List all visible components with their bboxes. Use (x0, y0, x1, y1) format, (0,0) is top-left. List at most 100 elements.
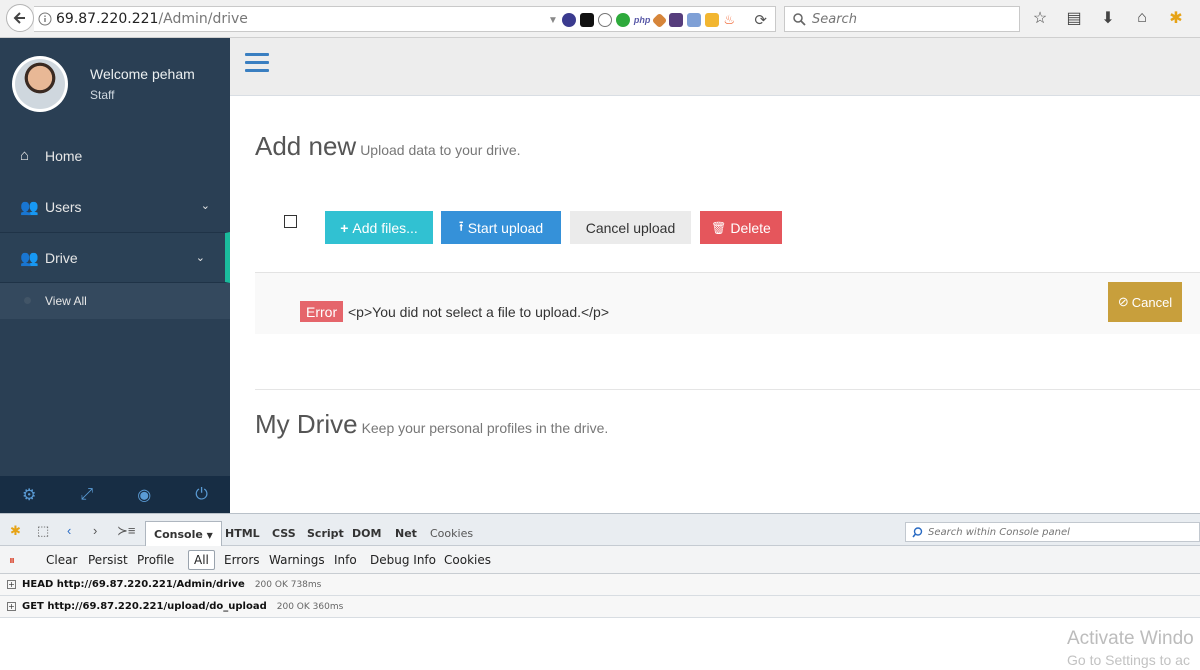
add-new-heading: Add new Upload data to your drive. (255, 131, 521, 161)
clear-button[interactable]: Clear (46, 553, 77, 567)
wappalyzer-icon[interactable] (687, 13, 702, 27)
row-cancel-button[interactable]: ⊘ Cancel (1108, 282, 1182, 322)
filter-errors-button[interactable]: Errors (224, 553, 260, 567)
welcome-text: Welcome peham (90, 66, 195, 82)
power-icon[interactable]: ⏻ (195, 486, 208, 504)
tab-net[interactable]: Net (395, 527, 417, 540)
command-line-icon[interactable]: ≻≡ (117, 523, 135, 539)
filter-debug-info-button[interactable]: Debug Info (370, 553, 436, 567)
error-message: <p>You did not select a file to upload.<… (348, 304, 610, 320)
browser-search-box[interactable] (784, 6, 1020, 32)
tab-console[interactable]: Console ▼ (145, 521, 222, 547)
firebug-flame-icon[interactable]: ♨ (723, 12, 735, 28)
settings-gear-icon[interactable]: ⚙ (22, 485, 36, 505)
log-request: HEAD http://69.87.220.221/Admin/drive (22, 579, 245, 590)
sidebar: Welcome peham Staff ⌂ Home 👥 Users ⌄ 👥 D… (0, 38, 230, 513)
url-bar[interactable]: 69.87.220.221/Admin/drive ▼ php ♨ ⟳ (34, 6, 776, 32)
reload-icon[interactable]: ⟳ (754, 11, 767, 29)
chevron-down-icon: ⌄ (195, 252, 205, 264)
tab-html[interactable]: HTML (225, 527, 260, 540)
sidebar-item-label: Users (45, 198, 82, 215)
tab-css[interactable]: CSS (272, 527, 296, 540)
start-upload-button[interactable]: ⭱ Start upload (441, 211, 561, 244)
filter-cookies-button[interactable]: Cookies (444, 553, 491, 567)
chevron-down-icon: ⌄ (200, 200, 210, 212)
cancel-upload-button[interactable]: Cancel upload (570, 211, 691, 244)
tab-script[interactable]: Script (307, 527, 344, 540)
extension-icon-2[interactable] (652, 12, 668, 28)
flag-icon[interactable] (579, 13, 594, 27)
sidebar-subitem-view-all[interactable]: View All (0, 283, 230, 319)
php-icon[interactable]: php (634, 15, 651, 25)
filter-all-button[interactable]: All (188, 550, 215, 570)
browser-toolbar-icons: ☆ ▤ ⬇ ⌂ ✱ (1030, 8, 1186, 28)
extension-icons: ▼ php ♨ (548, 12, 735, 28)
add-new-subtitle: Upload data to your drive. (360, 142, 521, 158)
subitem-label: View All (45, 294, 87, 308)
reading-list-icon[interactable]: ▤ (1064, 8, 1084, 28)
sidebar-item-label: Home (45, 147, 83, 164)
bullet-icon (24, 297, 31, 304)
eye-slash-icon[interactable]: ◉ (137, 485, 151, 505)
chevron-right-icon[interactable]: › (93, 523, 97, 538)
trash-icon: 🗑 (711, 220, 727, 235)
expand-icon[interactable]: + (7, 602, 16, 611)
my-drive-heading: My Drive Keep your personal profiles in t… (255, 409, 609, 439)
profile-button[interactable]: Profile (137, 553, 174, 567)
console-toolbar: ⏸ Clear Persist Profile All Errors Warni… (0, 546, 1200, 574)
inspect-icon[interactable]: ⬚ (37, 523, 49, 539)
upload-icon: ⭱ (458, 217, 464, 234)
expand-icon[interactable]: + (7, 580, 16, 589)
menu-toggle-icon[interactable] (245, 53, 269, 73)
persist-button[interactable]: Persist (88, 553, 128, 567)
clock-icon[interactable] (597, 13, 612, 27)
sidebar-item-home[interactable]: ⌂ Home (0, 130, 230, 181)
home-icon: ⌂ (20, 147, 30, 164)
log-status: 200 OK 738ms (254, 580, 322, 590)
top-navbar (230, 38, 1200, 96)
chevron-left-icon[interactable]: ‹ (67, 523, 71, 538)
search-icon (793, 12, 806, 26)
firebug-tabbar: ✱ ⬚ ‹ › ≻≡ Console ▼ HTML CSS Script DOM… (0, 514, 1200, 547)
divider (255, 389, 1200, 390)
bootstrap-icon[interactable] (669, 13, 684, 27)
g-icon[interactable] (615, 13, 630, 27)
firebug-menu-icon[interactable]: ✱ (10, 523, 21, 539)
console-log-row[interactable]: + HEAD http://69.87.220.221/Admin/drive 2… (0, 574, 1200, 596)
home-icon[interactable]: ⌂ (1132, 8, 1152, 28)
bookmark-star-icon[interactable]: ☆ (1030, 8, 1050, 28)
console-search-box[interactable] (905, 522, 1200, 542)
dropdown-arrow-icon[interactable]: ▼ (548, 15, 558, 26)
search-icon (912, 526, 923, 538)
cube-icon[interactable] (705, 13, 720, 27)
filter-info-button[interactable]: Info (334, 553, 357, 567)
select-all-checkbox[interactable] (284, 215, 297, 228)
download-icon[interactable]: ⬇ (1098, 8, 1118, 28)
log-request: GET http://69.87.220.221/upload/do_uploa… (22, 601, 267, 612)
log-status: 200 OK 360ms (276, 602, 344, 612)
back-button[interactable] (6, 4, 34, 32)
fullscreen-icon[interactable]: ⤢ (80, 486, 93, 504)
profile-section: Welcome peham Staff (0, 38, 230, 130)
break-on-error-icon[interactable]: ⏸ (9, 553, 15, 568)
add-files-button[interactable]: + Add files... (325, 211, 433, 244)
back-arrow-icon (13, 12, 25, 24)
tab-dom[interactable]: DOM (352, 527, 381, 540)
extension-icon[interactable] (561, 13, 576, 27)
console-log-row[interactable]: + GET http://69.87.220.221/upload/do_upl… (0, 596, 1200, 618)
avatar (12, 56, 68, 112)
console-search-input[interactable] (928, 526, 1188, 538)
delete-button[interactable]: 🗑 Delete (700, 211, 782, 244)
sidebar-item-users[interactable]: 👥 Users ⌄ (0, 181, 230, 232)
info-icon[interactable] (34, 6, 56, 32)
sidebar-item-label: Drive (45, 249, 78, 266)
tab-cookies[interactable]: Cookies (430, 527, 473, 540)
users-icon: 👥 (20, 198, 39, 216)
sidebar-item-drive[interactable]: 👥 Drive ⌄ (0, 232, 230, 283)
browser-search-input[interactable] (812, 11, 1002, 27)
error-badge: Error (300, 301, 344, 322)
filter-warnings-button[interactable]: Warnings (269, 553, 325, 567)
firebug-icon[interactable]: ✱ (1166, 8, 1186, 28)
sidebar-footer: ⚙ ⤢ ◉ ⏻ (0, 476, 230, 513)
users-icon: 👥 (20, 249, 39, 267)
